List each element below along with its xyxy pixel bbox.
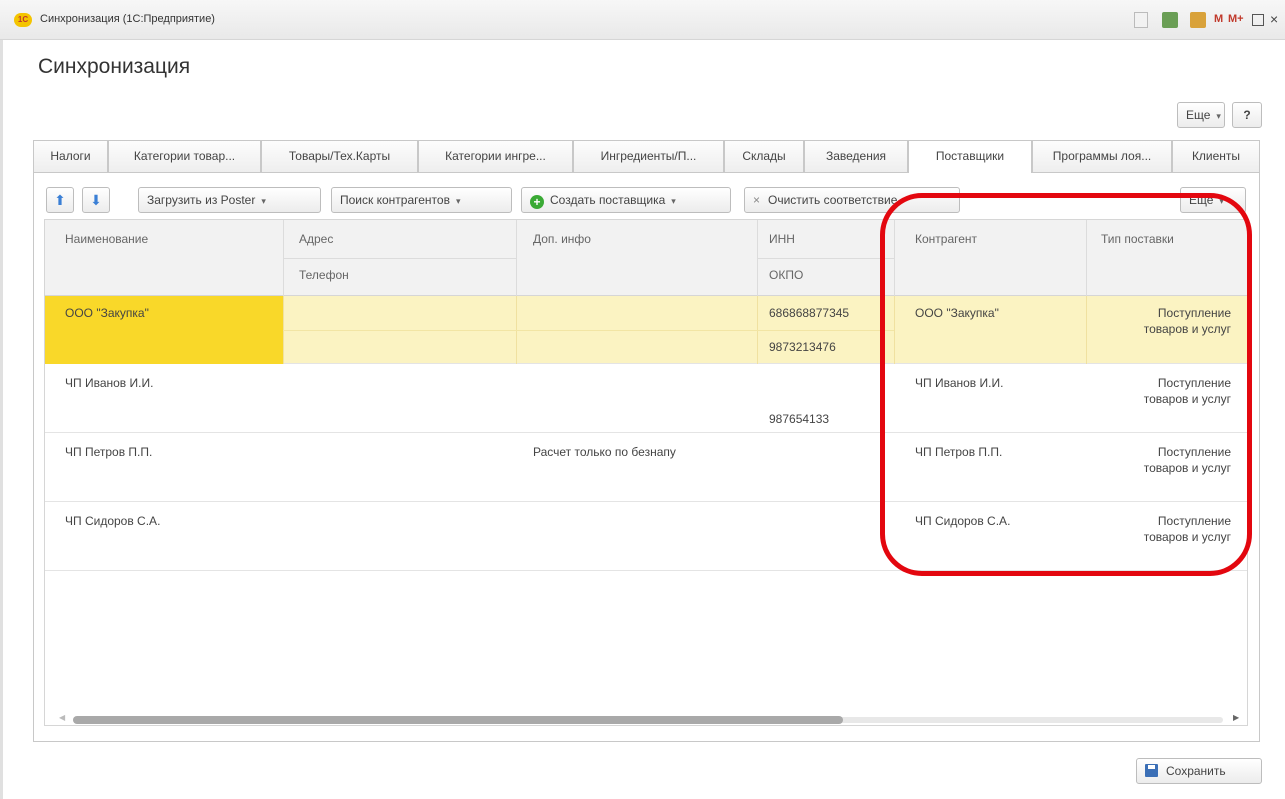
horizontal-scrollbar[interactable]: ◀ ▶ bbox=[45, 712, 1247, 725]
cell-name: ЧП Петров П.П. bbox=[65, 445, 153, 459]
cell-divider bbox=[1086, 296, 1087, 364]
cell-name: ЧП Иванов И.И. bbox=[65, 376, 154, 390]
tab-warehouses[interactable]: Склады bbox=[724, 140, 804, 172]
table-row-selected[interactable]: ООО "Закупка" 686868877345 9873213476 ОО… bbox=[45, 296, 1247, 364]
header-address[interactable]: Адрес bbox=[299, 232, 333, 246]
more-button-label: Еще bbox=[1186, 108, 1211, 122]
cell-subdivider bbox=[283, 330, 894, 331]
cell-counterparty: ЧП Иванов И.И. bbox=[915, 376, 1004, 390]
title-bar: 1С Синхронизация (1С:Предприятие) M M+ M… bbox=[0, 0, 1285, 40]
move-down-button[interactable]: ⬇ bbox=[82, 187, 110, 213]
suppliers-table: Наименование Адрес Телефон Доп. инфо ИНН… bbox=[44, 219, 1248, 726]
more-button-grid[interactable]: Еще ▾ bbox=[1180, 187, 1246, 213]
cell-delivery-type-2: товаров и услуг bbox=[1143, 322, 1231, 336]
cell-counterparty: ЧП Петров П.П. bbox=[915, 445, 1003, 459]
cell-delivery-type-2: товаров и услуг bbox=[1143, 392, 1231, 406]
chevron-down-icon: ▾ bbox=[1216, 111, 1221, 121]
create-supplier-label: Создать поставщика bbox=[550, 193, 666, 207]
more-button-top[interactable]: Еще ▾ bbox=[1177, 102, 1225, 128]
document-icon[interactable] bbox=[1134, 12, 1148, 28]
table-row[interactable]: ЧП Петров П.П. Расчет только по безнапу … bbox=[45, 433, 1247, 502]
cell-delivery-type: Поступление bbox=[1157, 376, 1231, 390]
create-supplier-button[interactable]: + Создать поставщика ▾ bbox=[521, 187, 731, 213]
cell-inn: 686868877345 bbox=[769, 306, 850, 320]
move-up-button[interactable]: ⬆ bbox=[46, 187, 74, 213]
chevron-down-icon: ▾ bbox=[455, 196, 461, 206]
maximize-icon[interactable] bbox=[1252, 14, 1264, 26]
header-divider bbox=[516, 220, 517, 296]
page-title: Синхронизация bbox=[38, 55, 191, 78]
header-info[interactable]: Доп. инфо bbox=[533, 232, 591, 246]
cell-counterparty: ООО "Закупка" bbox=[915, 306, 999, 320]
header-counterparty[interactable]: Контрагент bbox=[915, 232, 977, 246]
calculator-icon[interactable] bbox=[1162, 12, 1178, 28]
suppliers-panel: ⬆ ⬇ Загрузить из Poster ▾ Поиск контраген… bbox=[33, 172, 1260, 742]
window-left-edge bbox=[0, 40, 3, 799]
chevron-down-icon: ▾ bbox=[1219, 196, 1224, 206]
header-delivery-type[interactable]: Тип поставки bbox=[1101, 232, 1174, 246]
arrow-down-icon: ⬇ bbox=[90, 192, 102, 208]
table-row[interactable]: ЧП Иванов И.И. 987654133 ЧП Иванов И.И. … bbox=[45, 364, 1247, 433]
header-divider bbox=[1086, 220, 1087, 296]
floppy-disk-icon bbox=[1145, 764, 1158, 777]
arrow-up-icon: ⬆ bbox=[54, 192, 66, 208]
help-button[interactable]: ? bbox=[1232, 102, 1262, 128]
cell-name: ООО "Закупка" bbox=[65, 306, 149, 320]
table-header: Наименование Адрес Телефон Доп. инфо ИНН… bbox=[45, 220, 1247, 296]
chevron-down-icon: ▾ bbox=[261, 196, 266, 206]
tab-ingredients[interactable]: Ингредиенты/П... bbox=[573, 140, 724, 172]
header-name[interactable]: Наименование bbox=[65, 232, 148, 246]
tab-taxes[interactable]: Налоги bbox=[33, 140, 108, 172]
calendar-icon[interactable] bbox=[1190, 12, 1206, 28]
cell-okpo: 9873213476 bbox=[769, 340, 836, 354]
tab-ingredient-categories[interactable]: Категории ингре... bbox=[418, 140, 573, 172]
save-button[interactable]: Сохранить bbox=[1136, 758, 1262, 784]
cell-divider bbox=[894, 296, 895, 364]
header-okpo[interactable]: ОКПО bbox=[769, 268, 803, 282]
tab-loyalty-programs[interactable]: Программы лоя... bbox=[1032, 140, 1172, 172]
close-icon[interactable]: × bbox=[1270, 10, 1278, 28]
tab-suppliers[interactable]: Поставщики bbox=[908, 140, 1032, 173]
scroll-left-icon[interactable]: ◀ bbox=[59, 713, 65, 722]
window-title: Синхронизация (1С:Предприятие) bbox=[40, 13, 215, 25]
header-divider bbox=[894, 220, 895, 296]
scroll-right-icon[interactable]: ▶ bbox=[1233, 713, 1239, 722]
tab-products[interactable]: Товары/Тех.Карты bbox=[261, 140, 418, 172]
search-counterparties-button[interactable]: Поиск контрагентов ▾ bbox=[331, 187, 512, 213]
cell-delivery-type-2: товаров и услуг bbox=[1143, 530, 1231, 544]
more-button-grid-label: Еще bbox=[1189, 193, 1214, 207]
scroll-thumb[interactable] bbox=[73, 716, 843, 724]
load-from-poster-button[interactable]: Загрузить из Poster ▾ bbox=[138, 187, 321, 213]
header-phone[interactable]: Телефон bbox=[299, 268, 349, 282]
clear-mapping-button[interactable]: × Очистить соответствие bbox=[744, 187, 960, 213]
table-row[interactable]: ЧП Сидоров С.А. ЧП Сидоров С.А. Поступле… bbox=[45, 502, 1247, 571]
add-icon: + bbox=[530, 195, 544, 209]
app-logo-icon: 1С bbox=[14, 13, 32, 27]
memory-m-button[interactable]: M bbox=[1214, 10, 1223, 28]
cell-delivery-type: Поступление bbox=[1157, 514, 1231, 528]
cell-okpo: 987654133 bbox=[769, 412, 830, 426]
cell-counterparty: ЧП Сидоров С.А. bbox=[915, 514, 1011, 528]
load-from-poster-label: Загрузить из Poster bbox=[147, 193, 256, 207]
cell-name: ЧП Сидоров С.А. bbox=[65, 514, 161, 528]
header-subdivider bbox=[283, 258, 516, 259]
tab-clients[interactable]: Клиенты bbox=[1172, 140, 1260, 172]
clear-mapping-label: Очистить соответствие bbox=[768, 193, 898, 207]
cell-delivery-type: Поступление bbox=[1157, 445, 1231, 459]
save-button-label: Сохранить bbox=[1166, 764, 1226, 778]
cell-info: Расчет только по безнапу bbox=[533, 445, 676, 459]
cell-delivery-type: Поступление bbox=[1157, 306, 1231, 320]
header-subdivider bbox=[757, 258, 894, 259]
header-inn[interactable]: ИНН bbox=[769, 232, 795, 246]
chevron-down-icon: ▾ bbox=[671, 196, 676, 206]
tab-product-categories[interactable]: Категории товар... bbox=[108, 140, 261, 172]
clear-icon: × bbox=[753, 193, 761, 207]
memory-plus-button[interactable]: M+ bbox=[1228, 10, 1244, 28]
cell-delivery-type-2: товаров и услуг bbox=[1143, 461, 1231, 475]
search-counterparties-label: Поиск контрагентов bbox=[340, 193, 450, 207]
tab-venues[interactable]: Заведения bbox=[804, 140, 908, 172]
